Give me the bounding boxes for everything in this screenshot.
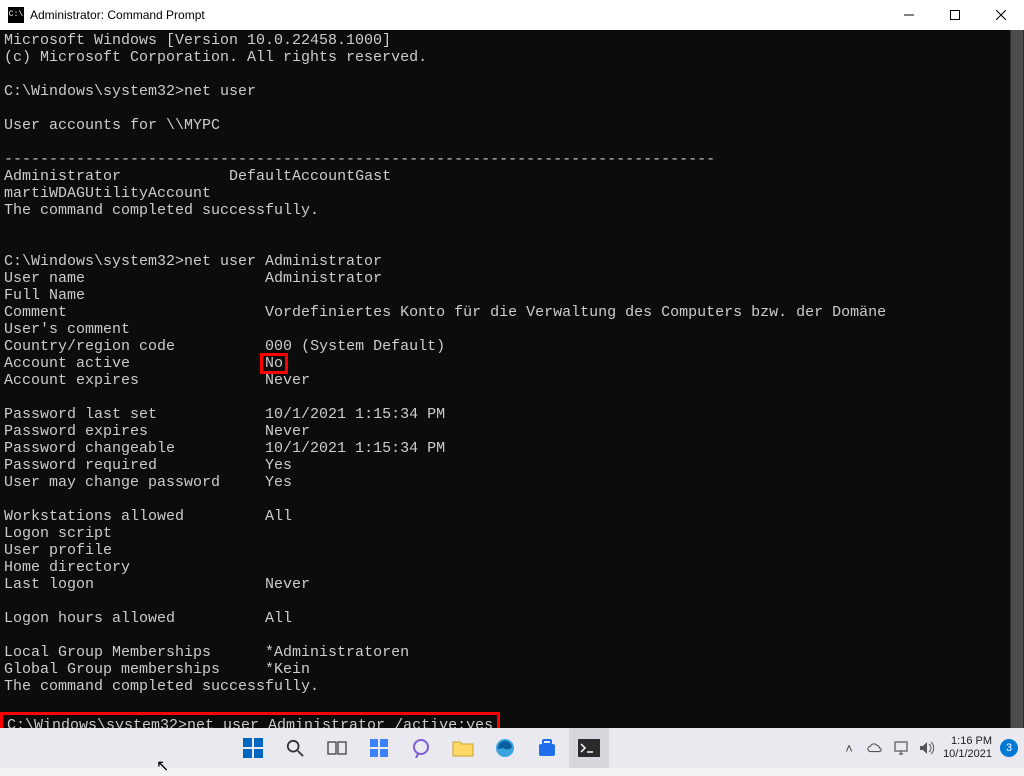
store-button[interactable]: [527, 728, 567, 768]
typed-command-1: net user: [184, 83, 256, 100]
explorer-button[interactable]: [443, 728, 483, 768]
window-title: Administrator: Command Prompt: [30, 8, 205, 22]
onedrive-icon[interactable]: [867, 740, 883, 756]
region-code-value: 000: [265, 338, 292, 355]
minimize-button[interactable]: [886, 0, 932, 30]
terminal-output: Microsoft Windows [Version 10.0.22458.10…: [0, 30, 1010, 728]
close-button[interactable]: [978, 0, 1024, 30]
clock[interactable]: 1:16 PM10/1/2021: [943, 735, 992, 761]
account-active-highlight: No: [262, 355, 286, 372]
volume-icon[interactable]: [919, 740, 935, 756]
titlebar: C:\ Administrator: Command Prompt: [0, 0, 1024, 30]
tray-overflow-icon[interactable]: ˄: [841, 740, 857, 756]
notification-badge[interactable]: 3: [1000, 739, 1018, 757]
scrollbar[interactable]: [1010, 30, 1024, 728]
system-tray[interactable]: ˄: [841, 740, 935, 756]
chat-button[interactable]: [401, 728, 441, 768]
terminal-area[interactable]: Microsoft Windows [Version 10.0.22458.10…: [0, 30, 1024, 728]
scrollbar-thumb[interactable]: [1011, 30, 1023, 728]
taskbar: ˄ 1:16 PM10/1/2021 3: [0, 728, 1024, 768]
cmd-app-icon: C:\: [8, 7, 24, 23]
maximize-button[interactable]: [932, 0, 978, 30]
terminal-button[interactable]: [569, 728, 609, 768]
widgets-button[interactable]: [359, 728, 399, 768]
network-icon[interactable]: [893, 740, 909, 756]
task-view-button[interactable]: [317, 728, 357, 768]
typed-command-2: net user Administrator: [184, 253, 382, 270]
start-button[interactable]: [233, 728, 273, 768]
edge-button[interactable]: [485, 728, 525, 768]
mouse-cursor: ↖: [156, 756, 169, 776]
search-button[interactable]: [275, 728, 315, 768]
